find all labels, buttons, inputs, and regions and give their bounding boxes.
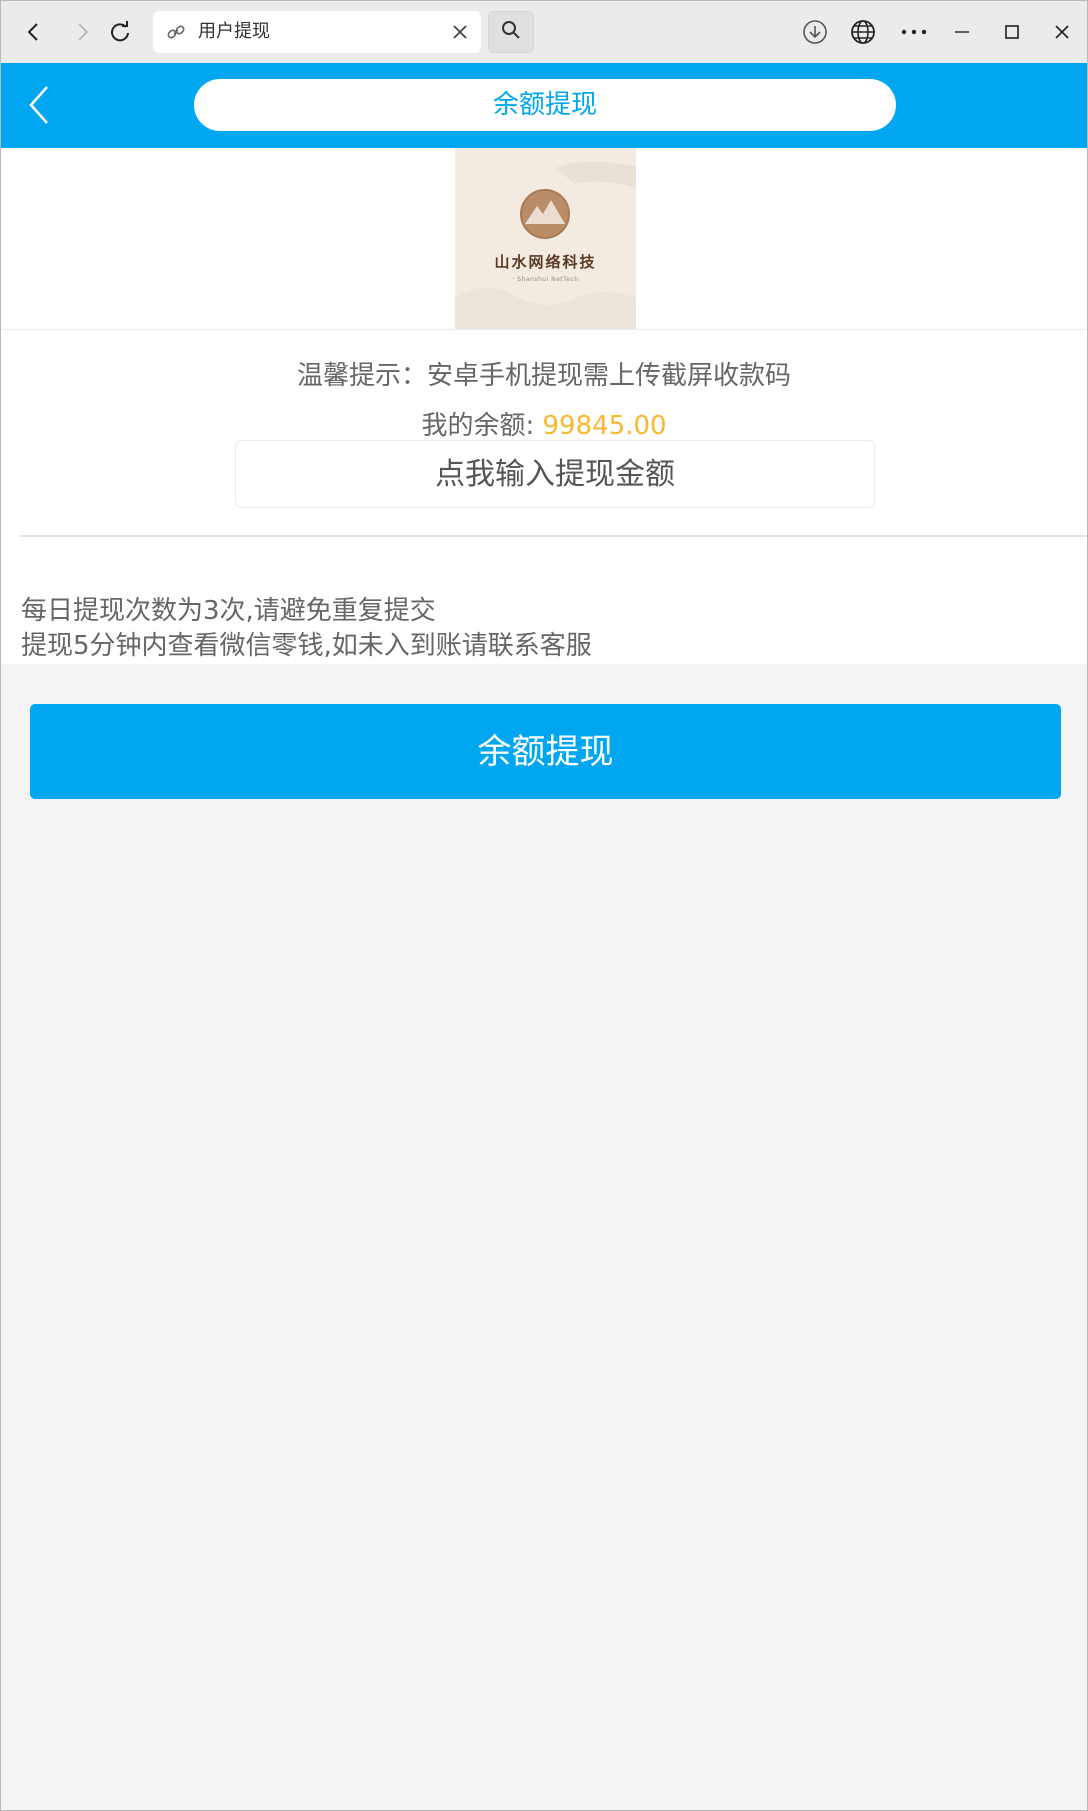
browser-window: 用户提现 余额提现 山水网络科技 · Shanshui NetTech 温馨提示… <box>0 0 1088 1811</box>
back-chevron-icon[interactable] <box>27 85 51 129</box>
warm-tip-text: 温馨提示：安卓手机提现需上传截屏收款码 <box>296 361 791 391</box>
withdraw-notes: 每日提现次数为3次,请避免重复提交 提现5分钟内查看微信零钱,如未入到账请联系客… <box>21 594 592 664</box>
link-icon <box>165 21 187 47</box>
company-logo: 山水网络科技 · Shanshui NetTech <box>455 148 636 329</box>
close-icon[interactable] <box>451 23 469 45</box>
maximize-icon[interactable] <box>993 13 1031 51</box>
minimize-icon[interactable] <box>943 13 981 51</box>
withdraw-panel: 山水网络科技 · Shanshui NetTech 温馨提示：安卓手机提现需上传… <box>1 148 1087 664</box>
search-icon <box>501 20 521 44</box>
reload-icon[interactable] <box>101 13 139 51</box>
note-line: 提现5分钟内查看微信零钱,如未入到账请联系客服 <box>21 631 592 661</box>
balance-label: 我的余额: <box>421 411 543 441</box>
page-title: 余额提现 <box>194 79 896 131</box>
search-button[interactable] <box>488 11 534 53</box>
divider <box>21 535 1087 537</box>
forward-arrow-icon[interactable] <box>63 13 101 51</box>
tab-title: 用户提现 <box>198 21 270 42</box>
withdraw-amount-input[interactable] <box>235 440 875 508</box>
tab-address-field[interactable]: 用户提现 <box>153 11 481 53</box>
browser-toolbar: 用户提现 <box>1 1 1087 63</box>
balance-row: 我的余额: 99845.00 <box>1 405 1087 442</box>
logo-brand-subtitle: · Shanshui NetTech <box>512 276 579 283</box>
divider <box>1 329 1087 330</box>
logo-brand-text: 山水网络科技 <box>494 253 597 271</box>
balance-amount: 99845.00 <box>542 411 667 441</box>
back-arrow-icon[interactable] <box>15 13 53 51</box>
note-line: 每日提现次数为3次,请避免重复提交 <box>21 596 436 626</box>
download-icon[interactable] <box>796 13 834 51</box>
more-icon[interactable] <box>895 13 933 51</box>
withdraw-submit-button[interactable]: 余额提现 <box>30 704 1061 799</box>
globe-icon[interactable] <box>844 13 882 51</box>
app-header: 余额提现 <box>1 63 1087 148</box>
window-close-icon[interactable] <box>1043 13 1081 51</box>
